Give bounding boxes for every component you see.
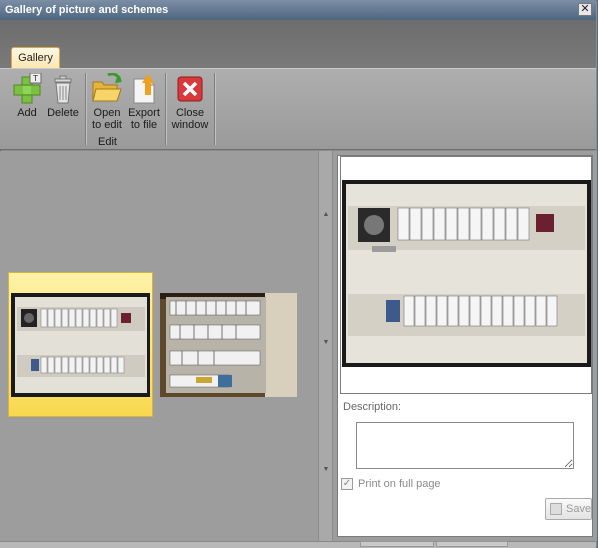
electrical-panel-photo-2[interactable] [160,293,297,397]
delete-button[interactable]: Delete [46,73,80,119]
group-separator [214,73,215,145]
close-icon[interactable]: ✕ [578,3,592,16]
add-button-label: Add [17,107,37,119]
export-icon [128,73,160,105]
open-button-label-2: to edit [92,119,122,131]
floppy-disk-icon [550,503,562,515]
print-full-page-label: Print on full page [358,478,441,490]
group-separator [165,73,166,145]
export-to-file-button[interactable]: Export to file [126,73,162,131]
export-button-label-1: Export [128,107,160,119]
title-bar: Gallery of picture and schemes ✕ [0,0,596,20]
svg-text:T: T [32,74,38,83]
group-separator [85,73,86,145]
tab-gallery[interactable]: Gallery [11,47,60,69]
close-window-icon [174,73,206,105]
folder-open-icon [91,72,123,105]
close-button-label-1: Close [175,107,205,119]
horizontal-scrollbar-thumb[interactable] [360,541,434,547]
preview-image [342,180,591,367]
trash-icon [47,73,79,105]
horizontal-scrollbar-track[interactable] [436,541,508,547]
ribbon: T Add Delete Open to edit Export to file… [0,68,596,150]
add-button[interactable]: T Add [10,72,44,119]
open-to-edit-button[interactable]: Open to edit [89,72,125,131]
scroll-middle-icon[interactable]: ▼ [322,339,330,346]
close-window-button[interactable]: Close window [169,73,211,131]
gallery-scrollbar[interactable]: ▲ ▼ ▼ [318,151,332,541]
scroll-down-icon[interactable]: ▼ [322,466,330,473]
close-button-label-2: window [171,119,209,131]
print-full-page-checkbox[interactable]: ✓ [341,478,353,490]
add-icon: T [11,72,43,105]
open-button-label-1: Open [93,107,121,119]
electrical-panel-photo-1[interactable] [11,293,150,397]
description-field[interactable] [356,422,574,469]
description-label: Description: [343,401,402,413]
scroll-up-icon[interactable]: ▲ [322,211,330,218]
save-button[interactable]: Save [545,498,592,520]
export-button-label-2: to file [130,119,158,131]
save-button-label: Save [566,503,592,515]
ribbon-tab-strip [0,20,596,68]
ribbon-group-label: Edit [98,136,117,148]
window-title: Gallery of picture and schemes [5,4,169,16]
delete-button-label: Delete [47,107,79,119]
